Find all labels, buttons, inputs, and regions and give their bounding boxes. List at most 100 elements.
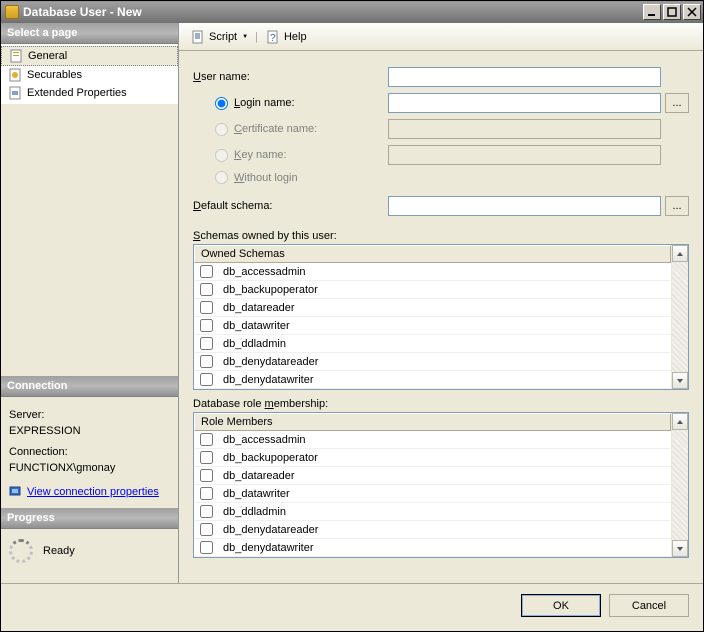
key-name-input <box>388 145 661 165</box>
user-name-input[interactable] <box>388 67 661 87</box>
toolbar: Script ▼ | ? Help <box>179 23 703 51</box>
close-button[interactable] <box>683 4 701 20</box>
login-name-input[interactable] <box>388 93 661 113</box>
list-item-checkbox[interactable] <box>200 355 213 368</box>
list-item[interactable]: db_accessadmin <box>194 263 671 281</box>
login-name-browse-button[interactable]: ... <box>665 93 689 113</box>
default-schema-label: Default schema: <box>193 200 388 212</box>
list-item-checkbox[interactable] <box>200 283 213 296</box>
list-item-checkbox[interactable] <box>200 541 213 554</box>
progress-status: Ready <box>43 545 75 557</box>
list-item-label: db_ddladmin <box>223 506 286 518</box>
script-label: Script <box>209 31 237 43</box>
page-extended-properties[interactable]: Extended Properties <box>1 84 178 102</box>
without-login-label: Without login <box>234 172 298 184</box>
scroll-up-button[interactable] <box>672 413 688 430</box>
default-schema-input[interactable] <box>388 196 661 216</box>
list-item-label: db_datareader <box>223 302 295 314</box>
list-item-checkbox[interactable] <box>200 523 213 536</box>
dropdown-arrow-icon: ▼ <box>242 34 248 40</box>
list-item-checkbox[interactable] <box>200 487 213 500</box>
page-icon <box>7 85 23 101</box>
maximize-button[interactable] <box>663 4 681 20</box>
select-page-header: Select a page <box>1 23 178 44</box>
role-members-list[interactable]: Role Members db_accessadmindb_backupoper… <box>193 412 689 558</box>
progress-header: Progress <box>1 508 178 529</box>
list-item-checkbox[interactable] <box>200 451 213 464</box>
list-item-checkbox[interactable] <box>200 301 213 314</box>
title-bar: Database User - New <box>1 1 703 23</box>
owned-schemas-header: Owned Schemas <box>194 245 671 263</box>
dialog-buttons: OK Cancel <box>1 583 703 627</box>
page-label: General <box>28 50 67 62</box>
scrollbar[interactable] <box>671 413 688 557</box>
cancel-button[interactable]: Cancel <box>609 594 689 617</box>
page-general[interactable]: General <box>1 46 178 66</box>
list-item-checkbox[interactable] <box>200 319 213 332</box>
app-icon <box>5 5 19 19</box>
progress-spinner-icon <box>9 539 33 563</box>
page-securables[interactable]: Securables <box>1 66 178 84</box>
script-button[interactable]: Script ▼ <box>185 26 253 48</box>
list-item[interactable]: db_denydatawriter <box>194 371 671 389</box>
minimize-button[interactable] <box>643 4 661 20</box>
help-icon: ? <box>265 29 281 45</box>
without-login-radio <box>215 171 228 184</box>
sidebar: Select a page General Securables Extende… <box>1 23 179 583</box>
page-label: Securables <box>27 69 82 81</box>
list-item-checkbox[interactable] <box>200 373 213 386</box>
list-item[interactable]: db_backupoperator <box>194 449 671 467</box>
scroll-down-button[interactable] <box>672 540 688 557</box>
list-item-checkbox[interactable] <box>200 469 213 482</box>
list-item[interactable]: db_ddladmin <box>194 503 671 521</box>
scroll-down-button[interactable] <box>672 372 688 389</box>
connection-header: Connection <box>1 376 178 397</box>
list-item[interactable]: db_accessadmin <box>194 431 671 449</box>
list-item[interactable]: db_datawriter <box>194 485 671 503</box>
list-item-label: db_denydatawriter <box>223 374 314 386</box>
scrollbar[interactable] <box>671 245 688 389</box>
help-label: Help <box>284 31 307 43</box>
list-item-checkbox[interactable] <box>200 505 213 518</box>
svg-text:?: ? <box>270 33 276 44</box>
owned-schemas-label: Schemas owned by this user: <box>193 230 689 242</box>
list-item-label: db_datawriter <box>223 488 290 500</box>
server-label: Server: <box>9 407 170 424</box>
list-item-label: db_backupoperator <box>223 452 318 464</box>
list-item[interactable]: db_denydatawriter <box>194 539 671 557</box>
list-item-checkbox[interactable] <box>200 337 213 350</box>
list-item-label: db_backupoperator <box>223 284 318 296</box>
certificate-name-label: Certificate name: <box>234 123 317 135</box>
ok-button[interactable]: OK <box>521 594 601 617</box>
help-button[interactable]: ? Help <box>260 26 312 48</box>
window-title: Database User - New <box>23 5 142 19</box>
page-label: Extended Properties <box>27 87 127 99</box>
user-name-label: User name: <box>193 71 388 83</box>
list-item-label: db_denydatareader <box>223 356 318 368</box>
default-schema-browse-button[interactable]: ... <box>665 196 689 216</box>
list-item[interactable]: db_datawriter <box>194 317 671 335</box>
list-item[interactable]: db_ddladmin <box>194 335 671 353</box>
list-item[interactable]: db_backupoperator <box>194 281 671 299</box>
key-name-radio <box>215 149 228 162</box>
scroll-up-button[interactable] <box>672 245 688 262</box>
owned-schemas-list[interactable]: Owned Schemas db_accessadmin db_backupope… <box>193 244 689 390</box>
list-item[interactable]: db_datareader <box>194 299 671 317</box>
page-icon <box>7 67 23 83</box>
list-item-checkbox[interactable] <box>200 265 213 278</box>
list-item[interactable]: db_datareader <box>194 467 671 485</box>
list-item-label: db_ddladmin <box>223 338 286 350</box>
list-item-label: db_accessadmin <box>223 434 306 446</box>
link-icon <box>9 483 23 503</box>
view-connection-properties-link[interactable]: View connection properties <box>27 484 159 501</box>
list-item-checkbox[interactable] <box>200 433 213 446</box>
page-icon <box>8 48 24 64</box>
login-name-radio[interactable] <box>215 97 228 110</box>
connection-label: Connection: <box>9 444 170 461</box>
connection-value: FUNCTIONX\gmonay <box>9 460 170 477</box>
list-item[interactable]: db_denydatareader <box>194 521 671 539</box>
server-value: EXPRESSION <box>9 423 170 440</box>
login-name-label: Login name: <box>234 97 295 109</box>
list-item[interactable]: db_denydatareader <box>194 353 671 371</box>
list-item-label: db_denydatareader <box>223 524 318 536</box>
